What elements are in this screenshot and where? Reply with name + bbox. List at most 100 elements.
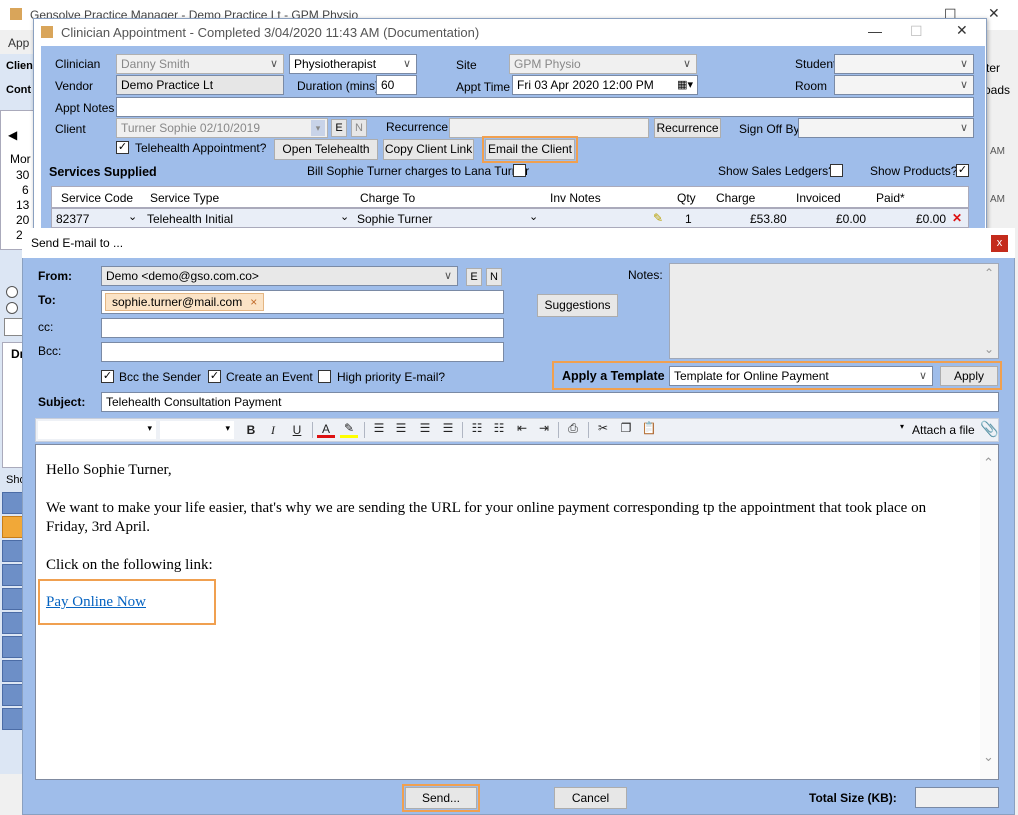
attach-file-button[interactable]: Attach a file bbox=[912, 423, 975, 437]
align-left-icon[interactable]: ☰ bbox=[370, 421, 388, 435]
suggestions-button[interactable]: Suggestions bbox=[537, 294, 618, 317]
col-service-type[interactable]: Service Type bbox=[150, 191, 219, 205]
paste-icon[interactable]: 📋 bbox=[640, 421, 658, 435]
recipient-chip[interactable]: sophie.turner@mail.com × bbox=[105, 293, 265, 311]
col-paid[interactable]: Paid* bbox=[876, 191, 905, 205]
high-priority-checkbox[interactable] bbox=[318, 370, 331, 383]
sidebar-cont-label[interactable]: Cont bbox=[6, 84, 31, 96]
chevron-down-icon[interactable]: ▾ bbox=[225, 423, 230, 434]
maximize-icon[interactable]: ☐ bbox=[910, 23, 923, 40]
subject-input[interactable]: Telehealth Consultation Payment bbox=[101, 392, 999, 412]
show-sales-checkbox[interactable] bbox=[830, 164, 843, 177]
pay-online-link[interactable]: Pay Online Now bbox=[46, 594, 146, 611]
pencil-icon[interactable]: ✎ bbox=[653, 211, 663, 225]
close-icon[interactable]: ✕ bbox=[988, 5, 1000, 22]
sidebar-tile[interactable] bbox=[2, 636, 24, 658]
italic-button[interactable]: I bbox=[264, 423, 282, 438]
menu-app[interactable]: App bbox=[8, 36, 29, 50]
font-color-button[interactable]: A bbox=[317, 422, 335, 438]
col-invoiced[interactable]: Invoiced bbox=[796, 191, 841, 205]
to-input[interactable]: sophie.turner@mail.com × bbox=[101, 290, 504, 314]
profession-select[interactable]: Physiotherapist bbox=[289, 54, 417, 74]
copy-client-link-button[interactable]: Copy Client Link bbox=[383, 139, 474, 160]
chevron-down-icon[interactable]: ▾ bbox=[147, 423, 152, 434]
cancel-button[interactable]: Cancel bbox=[554, 787, 627, 809]
row-paid[interactable]: £0.00 bbox=[916, 212, 946, 226]
client-field[interactable]: Turner Sophie 02/10/2019 ▾ bbox=[116, 118, 328, 138]
scroll-up-icon[interactable]: ⌃ bbox=[983, 455, 994, 471]
email-close-button[interactable]: x bbox=[991, 235, 1008, 252]
align-right-icon[interactable]: ☰ bbox=[416, 421, 434, 435]
justify-icon[interactable]: ☰ bbox=[439, 421, 457, 435]
student-select[interactable] bbox=[834, 54, 974, 74]
copy-icon[interactable]: ❐ bbox=[617, 421, 635, 435]
calendar-day[interactable]: 6 bbox=[22, 183, 29, 197]
calendar-prev-icon[interactable]: ◀ bbox=[8, 128, 17, 142]
scroll-down-icon[interactable]: ⌄ bbox=[983, 749, 994, 765]
attach-dropdown-icon[interactable]: ▾ bbox=[900, 422, 904, 431]
row-qty[interactable]: 1 bbox=[685, 212, 692, 226]
sidebar-tile-active[interactable] bbox=[2, 516, 24, 538]
radio-option[interactable] bbox=[6, 302, 18, 314]
col-inv-notes[interactable]: Inv Notes bbox=[550, 191, 601, 205]
col-charge[interactable]: Charge bbox=[716, 191, 755, 205]
bullet-list-icon[interactable]: ☷ bbox=[490, 421, 508, 435]
sidebar-tile[interactable] bbox=[2, 564, 24, 586]
indent-icon[interactable]: ⇥ bbox=[535, 421, 553, 435]
outdent-icon[interactable]: ⇤ bbox=[513, 421, 531, 435]
chevron-down-icon[interactable]: ⌄ bbox=[340, 210, 349, 223]
sidebar-tile[interactable] bbox=[2, 492, 24, 514]
sidebar-tile[interactable] bbox=[2, 612, 24, 634]
email-body-editor[interactable]: Hello Sophie Turner, We want to make you… bbox=[35, 444, 999, 780]
cc-input[interactable] bbox=[101, 318, 504, 338]
calendar-dropdown-icon[interactable]: ▦▾ bbox=[677, 78, 693, 91]
numbered-list-icon[interactable]: ☷ bbox=[468, 421, 486, 435]
underline-button[interactable]: U bbox=[288, 423, 306, 437]
remove-chip-icon[interactable]: × bbox=[250, 295, 257, 309]
client-edit-button[interactable]: E bbox=[331, 119, 347, 137]
row-service-type[interactable]: Telehealth Initial bbox=[147, 212, 233, 226]
col-charge-to[interactable]: Charge To bbox=[360, 191, 415, 205]
calendar-day[interactable]: 20 bbox=[16, 213, 29, 227]
print-icon[interactable]: ⎙ bbox=[564, 421, 582, 436]
client-new-button[interactable]: N bbox=[351, 119, 367, 137]
col-qty[interactable]: Qty bbox=[677, 191, 696, 205]
row-service-code[interactable]: 82377 bbox=[56, 212, 89, 226]
show-products-checkbox[interactable]: ✓ bbox=[956, 164, 969, 177]
sidebar-tile[interactable] bbox=[2, 660, 24, 682]
row-invoiced[interactable]: £0.00 bbox=[836, 212, 866, 226]
row-charge-to[interactable]: Sophie Turner bbox=[357, 212, 432, 226]
appt-notes-input[interactable] bbox=[116, 97, 974, 117]
notes-textarea[interactable]: ⌃ ⌄ bbox=[669, 263, 999, 359]
clinician-select[interactable]: Danny Smith bbox=[116, 54, 284, 74]
close-icon[interactable]: ✕ bbox=[956, 22, 968, 39]
delete-icon[interactable]: ✕ bbox=[952, 211, 962, 225]
chevron-down-icon[interactable]: ⌄ bbox=[128, 210, 137, 223]
radio-option[interactable] bbox=[6, 286, 18, 298]
sidebar-client-label[interactable]: Clien bbox=[6, 60, 33, 72]
client-dropdown-icon[interactable]: ▾ bbox=[311, 120, 325, 136]
align-center-icon[interactable]: ☰ bbox=[392, 421, 410, 435]
telehealth-checkbox[interactable]: ✓ bbox=[116, 141, 129, 154]
bcc-sender-checkbox[interactable]: ✓ bbox=[101, 370, 114, 383]
sidebar-input[interactable] bbox=[4, 318, 24, 336]
font-family-select[interactable]: ▾ bbox=[38, 421, 156, 439]
calendar-day[interactable]: 30 bbox=[16, 168, 29, 182]
minimize-icon[interactable]: — bbox=[868, 23, 882, 39]
from-edit-button[interactable]: E bbox=[466, 268, 482, 286]
scroll-up-icon[interactable]: ⌃ bbox=[984, 266, 994, 280]
sidebar-tile[interactable] bbox=[2, 540, 24, 562]
bold-button[interactable]: B bbox=[242, 423, 260, 437]
calendar-day[interactable]: 13 bbox=[16, 198, 29, 212]
sidebar-tile[interactable] bbox=[2, 684, 24, 706]
open-telehealth-button[interactable]: Open Telehealth bbox=[274, 139, 378, 160]
create-event-checkbox[interactable]: ✓ bbox=[208, 370, 221, 383]
highlight-icon[interactable]: ✎ bbox=[340, 421, 358, 438]
sidebar-tile[interactable] bbox=[2, 708, 24, 730]
cut-icon[interactable]: ✂ bbox=[594, 421, 612, 435]
editor-scrollbar[interactable]: ⌃ ⌄ bbox=[980, 445, 998, 779]
table-row[interactable]: 82377 ⌄ Telehealth Initial ⌄ Sophie Turn… bbox=[51, 208, 969, 228]
recurrence-button[interactable]: Recurrence bbox=[654, 118, 721, 138]
scroll-down-icon[interactable]: ⌄ bbox=[984, 342, 994, 356]
apply-template-button[interactable]: Apply bbox=[940, 366, 998, 386]
